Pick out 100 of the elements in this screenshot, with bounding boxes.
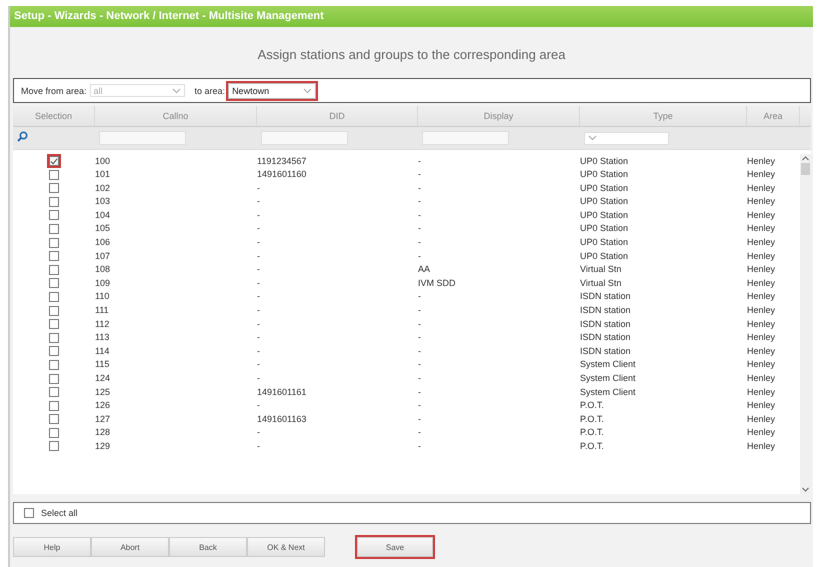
caret-icon	[172, 88, 181, 94]
wizard-button[interactable]: Abort	[91, 537, 169, 557]
wizard-button[interactable]: OK & Next	[247, 537, 325, 557]
table-cell-text: UP0 Station	[580, 222, 630, 236]
checkbox[interactable]	[47, 317, 61, 332]
table-cell-text: 105	[95, 222, 112, 236]
table-cell-text: -	[257, 344, 261, 358]
table-cell-text: Henley	[747, 276, 776, 290]
table-cell-text: 110	[95, 290, 110, 304]
table-cell-text: System Client	[580, 358, 637, 372]
table-cell-text: 102	[95, 182, 112, 195]
scroll-down-icon[interactable]	[802, 485, 809, 494]
checkbox[interactable]	[47, 439, 61, 454]
table-cell-text: Henley	[747, 318, 776, 331]
table-cell-text: 104	[95, 208, 112, 222]
table-cell-text: Henley	[747, 208, 776, 222]
table-cell-text: System Client	[580, 372, 637, 385]
table-cell-text: 115	[95, 358, 110, 372]
checkbox[interactable]	[47, 304, 61, 318]
table-cell-text: 109	[95, 276, 112, 290]
table-cell-text: -	[257, 236, 261, 250]
table-cell-text: Henley	[747, 426, 776, 440]
filter-input[interactable]	[99, 131, 186, 145]
table-cell-text: UP0 Station	[580, 154, 630, 168]
checkbox[interactable]	[47, 276, 61, 290]
area-dropdown[interactable]: Newtown	[228, 82, 316, 98]
table-cell-text: 125	[95, 386, 112, 399]
table-cell-text: -	[418, 358, 422, 372]
wizard-button[interactable]: Help	[13, 537, 91, 557]
table-cell-text: UP0 Station	[580, 250, 630, 263]
table-cell-text: -	[418, 412, 422, 426]
checkbox[interactable]	[47, 262, 61, 277]
table-cell-text: Henley	[747, 250, 776, 263]
scroll-thumb[interactable]	[801, 163, 810, 175]
checkbox[interactable]	[47, 290, 61, 304]
table-cell-text: -	[257, 440, 261, 453]
table-cell-text: -	[257, 263, 261, 276]
table-cell-text: Henley	[747, 399, 776, 412]
checkbox[interactable]	[47, 168, 61, 182]
scrollbar[interactable]	[800, 154, 811, 494]
checkbox[interactable]	[47, 385, 61, 400]
wizard-button[interactable]: Save	[357, 537, 433, 557]
filter-input[interactable]	[261, 131, 348, 145]
window-title: Setup - Wizards - Network / Internet - Multisite Management	[10, 6, 813, 27]
select-all-label[interactable]: Select all	[41, 508, 78, 518]
checkbox[interactable]	[47, 412, 61, 426]
table-cell-text: -	[257, 331, 261, 344]
checkbox[interactable]	[47, 236, 61, 250]
scroll-up-icon[interactable]	[802, 154, 809, 163]
caret-icon	[303, 88, 312, 94]
table-cell-text: Virtual Stn	[580, 263, 622, 276]
table-cell-text: -	[257, 372, 261, 385]
checkbox[interactable]	[47, 358, 61, 372]
table-cell-text: -	[418, 440, 422, 453]
checkbox[interactable]	[47, 426, 61, 440]
table-cell-text: 113	[95, 331, 110, 344]
table-cell-text: Henley	[747, 372, 776, 385]
table-cell-text: 112	[95, 318, 110, 331]
checkbox[interactable]	[47, 330, 61, 345]
table-cell-text: ISDN station	[580, 331, 632, 344]
table-cell-text: -	[418, 372, 422, 385]
checkbox[interactable]	[47, 222, 61, 236]
table-cell-text: Henley	[747, 222, 776, 236]
checkbox[interactable]	[47, 398, 61, 413]
table-cell-text: 107	[95, 250, 112, 263]
table-cell-text: -	[418, 208, 422, 222]
table-cell-text: -	[257, 358, 261, 372]
checkbox[interactable]	[47, 208, 61, 222]
table-cell-text: -	[257, 250, 261, 263]
table-cell-text: -	[257, 318, 261, 331]
table-cell-text: 1491601163	[257, 412, 308, 426]
table-cell-text: UP0 Station	[580, 168, 630, 182]
checkbox[interactable]	[47, 181, 61, 196]
table-cell-text: 101	[95, 168, 112, 182]
wizard-button[interactable]: Back	[169, 537, 247, 557]
table-cell-text: -	[418, 331, 422, 344]
table-cell-text: UP0 Station	[580, 236, 630, 250]
table-cell-text: 103	[95, 195, 112, 208]
table-cell-text: AA	[418, 263, 432, 276]
checkbox[interactable]	[47, 154, 61, 168]
checkbox[interactable]	[22, 506, 36, 520]
table-cell-text: Henley	[747, 263, 776, 276]
table-cell-text: P.O.T.	[580, 412, 605, 426]
checkbox[interactable]	[47, 372, 61, 386]
table-cell-text: -	[257, 426, 261, 440]
page-heading: Assign stations and groups to the corresponding area	[256, 46, 566, 64]
checkbox[interactable]	[47, 344, 61, 358]
table-cell-text: ISDN station	[580, 290, 632, 304]
table-cell-text: 114	[95, 344, 110, 358]
table-cell-text: Henley	[747, 182, 776, 195]
checkbox[interactable]	[47, 194, 61, 209]
table-cell-text: Henley	[747, 358, 776, 372]
table-cell-text: -	[257, 182, 261, 195]
table-cell-text: -	[418, 290, 422, 304]
checkbox[interactable]	[47, 249, 61, 264]
table-cell-text: -	[418, 318, 422, 331]
table-cell-text: -	[418, 399, 422, 412]
table-cell-text: Henley	[747, 168, 776, 182]
filter-label: to area:	[194, 86, 226, 96]
filter-input[interactable]	[422, 131, 509, 145]
